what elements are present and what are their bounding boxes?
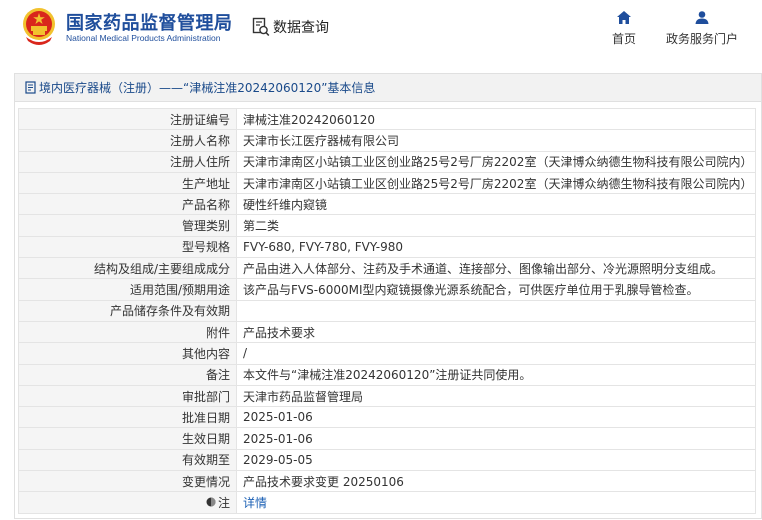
table-row: 备注 本文件与“津械注准20242060120”注册证共同使用。 [18,363,756,386]
field-label: 变更情况 [18,470,237,493]
field-label: 注册人名称 [18,129,237,152]
field-label: 产品储存条件及有效期 [18,299,237,322]
brand-subtitle: National Medical Products Administration [66,33,221,43]
field-label: 生产地址 [18,171,237,195]
nav-service-portal[interactable]: 政务服务门户 [666,11,738,47]
field-label: 注册人住所 [18,150,237,173]
data-query-label: 数据查询 [273,20,329,36]
table-row: 附件 产品技术要求 [18,320,756,344]
field-value: 2029-05-05 [236,448,756,472]
field-label: 备注 [18,363,237,386]
field-label: 适用范围/预期用途 [18,278,237,301]
table-row: 生效日期 2025-01-06 [18,427,756,450]
field-label: 其他内容 [18,342,237,365]
home-icon [617,11,631,24]
table-row: 批准日期 2025-01-06 [18,406,756,429]
table-row: 型号规格 FVY-680, FVY-780, FVY-980 [18,235,756,259]
field-value: 2025-01-06 [236,406,756,429]
national-emblem-icon [23,8,55,45]
detail-table: 注册证编号 津械注准20242060120 注册人名称 天津市长江医疗器械有限公司 注册… [18,107,756,514]
field-value: 天津市长江医疗器械有限公司 [236,129,756,152]
field-value: 产品技术要求 [236,320,756,344]
breadcrumb: 境内医疗器械（注册）——“津械注准20242060120”基本信息 [15,74,761,102]
field-value: FVY-680, FVY-780, FVY-980 [236,235,756,259]
document-icon [25,81,36,94]
document-search-icon [252,17,270,37]
table-row: 其他内容 / [18,342,756,365]
field-label: 审批部门 [18,384,237,408]
field-value: 天津市药品监督管理局 [236,384,756,408]
table-row: 适用范围/预期用途 该产品与FVS-6000MI型内窥镜摄像光源系统配合，可供医疗… [18,278,756,301]
field-value: 产品由进入人体部分、注药及手术通道、连接部分、图像输出部分、冷光源照明分支组成。 [236,257,756,280]
field-label: 批准日期 [18,406,237,429]
field-label: 附件 [18,320,237,344]
table-row: 注 详情 [18,491,756,514]
breadcrumb-text: 境内医疗器械（注册）——“津械注准20242060120”基本信息 [39,81,376,95]
data-query-link[interactable]: 数据查询 [252,16,329,38]
field-value: 2025-01-06 [236,427,756,450]
field-label: 型号规格 [18,235,237,259]
field-value: / [236,342,756,365]
detail-panel: 境内医疗器械（注册）——“津械注准20242060120”基本信息 注册证编号津… [14,73,762,519]
user-icon [695,11,709,24]
details-link[interactable]: 详情 [243,496,267,510]
field-value [236,299,756,322]
field-label: 有效期至 [18,448,237,472]
brand-title: 国家药品监督管理局 [66,13,233,34]
field-value: 天津市津南区小站镇工业区创业路25号2号厂房2202室（天津博众纳德生物科技有限… [236,150,756,173]
field-value: 该产品与FVS-6000MI型内窥镜摄像光源系统配合，可供医疗单位用于乳腺导管检… [236,278,756,301]
table-row: 产品名称 硬性纤维内窥镜 [18,193,756,216]
field-label: 生效日期 [18,427,237,450]
field-label: 产品名称 [18,193,237,216]
nav-service-label: 政务服务门户 [666,32,739,46]
table-row: 注册人住所 天津市津南区小站镇工业区创业路25号2号厂房2202室（天津博众纳德生… [18,150,756,173]
field-value: 产品技术要求变更 20250106 [236,470,756,493]
field-label: 注册证编号 [18,107,237,131]
field-label: 结构及组成/主要组成成分 [18,257,237,280]
field-value: 津械注准20242060120 [236,107,756,131]
info-icon [206,497,216,507]
nav-home-label: 首页 [612,32,637,46]
field-value: 硬性纤维内窥镜 [236,193,756,216]
field-value: 天津市津南区小站镇工业区创业路25号2号厂房2202室（天津博众纳德生物科技有限… [236,171,756,195]
field-value: 本文件与“津械注准20242060120”注册证共同使用。 [236,363,756,386]
table-row: 注册人名称 天津市长江医疗器械有限公司 [18,129,756,152]
note-value-cell: 详情 [236,491,756,514]
note-key: 注 [217,495,230,510]
table-row: 生产地址 天津市津南区小站镇工业区创业路25号2号厂房2202室（天津博众纳德生物… [18,171,756,195]
site-header: 国家药品监督管理局 National Medical Products Admi… [0,0,762,62]
nav-home[interactable]: 首页 [612,11,636,47]
table-row: 产品储存条件及有效期 [18,299,756,322]
table-row: 注册证编号 津械注准20242060120 [18,107,756,131]
table-row: 管理类别 第二类 [18,214,756,237]
table-row: 审批部门 天津市药品监督管理局 [18,384,756,408]
note-key-cell: 注 [18,491,237,514]
table-row: 结构及组成/主要组成成分 产品由进入人体部分、注药及手术通道、连接部分、图像输出部… [18,257,756,280]
field-value: 第二类 [236,214,756,237]
field-label: 管理类别 [18,214,237,237]
table-row: 变更情况 产品技术要求变更 20250106 [18,470,756,493]
table-row: 有效期至 2029-05-05 [18,448,756,472]
